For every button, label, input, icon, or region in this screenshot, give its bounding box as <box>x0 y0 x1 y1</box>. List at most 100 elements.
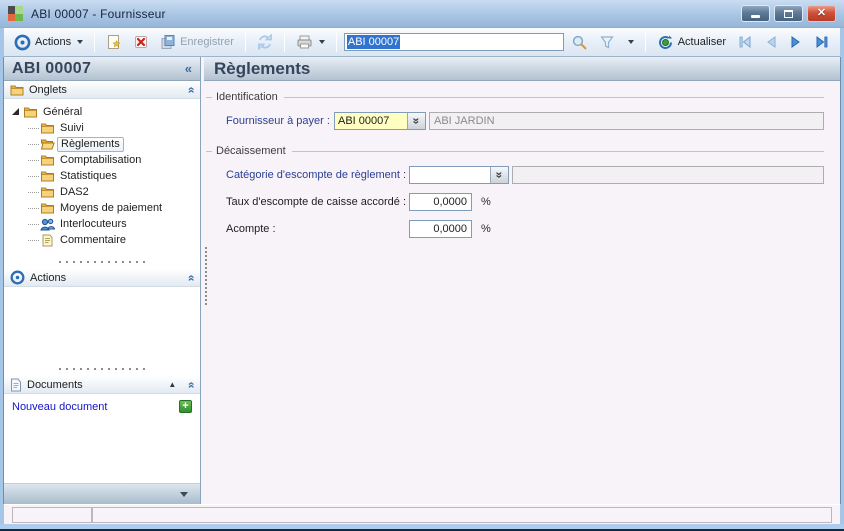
collapse-panel-icon[interactable]: » <box>184 86 198 93</box>
filter-caret-icon <box>627 40 634 44</box>
add-document-button[interactable]: + <box>179 400 192 413</box>
group-identification: Identification <box>206 91 824 103</box>
status-cell-left <box>12 506 92 523</box>
tree-item-moyens-de-paiement[interactable]: Moyens de paiement <box>10 200 198 216</box>
folder-icon <box>41 155 54 166</box>
acompte-row: Acompte : % <box>226 220 824 238</box>
actions-menu-button[interactable]: Actions <box>10 32 87 53</box>
nav-previous-icon <box>767 36 776 48</box>
tree-item-interlocuteurs[interactable]: Interlocuteurs <box>10 216 198 232</box>
tree-item-label: Commentaire <box>60 234 127 246</box>
target-icon <box>10 270 25 285</box>
categorie-combobox[interactable]: » <box>409 166 509 184</box>
more-panels-icon[interactable] <box>180 491 188 497</box>
minimize-button[interactable] <box>741 5 770 22</box>
search-input[interactable]: ABI 00007 <box>343 33 564 51</box>
tree-item-commentaire[interactable]: Commentaire <box>10 232 198 248</box>
search-input-value: ABI 00007 <box>346 35 401 49</box>
delete-record-button[interactable] <box>129 32 153 52</box>
maximize-icon <box>784 9 793 18</box>
new-document-row: Nouveau document + <box>4 394 200 413</box>
actions-menu-label: Actions <box>35 36 72 48</box>
new-record-icon <box>108 35 121 49</box>
categorie-expand-button[interactable]: » <box>490 167 508 183</box>
actions-panel-body <box>4 287 200 359</box>
fournisseur-combobox[interactable]: ABI 00007 » <box>334 112 426 130</box>
tree-item-statistiques[interactable]: Statistiques <box>10 168 198 184</box>
nav-first-button[interactable] <box>733 33 757 51</box>
panel-onglets-header[interactable]: Onglets » <box>4 81 200 99</box>
acompte-input[interactable] <box>409 220 472 238</box>
group-decaissement-title: Décaissement <box>216 145 286 157</box>
filter-button[interactable] <box>595 32 619 52</box>
collapse-panel-icon[interactable]: » <box>184 274 198 281</box>
status-cell-right <box>92 506 832 523</box>
panel-onglets-title: Onglets <box>29 83 67 96</box>
refresh-button[interactable] <box>253 32 277 52</box>
fournisseur-label: Fournisseur à payer : <box>226 115 330 127</box>
folder-open-icon <box>40 139 55 150</box>
tree-item-label: Règlements <box>57 136 124 152</box>
folder-icon <box>41 187 54 198</box>
toolbar-separator <box>94 32 96 52</box>
new-record-button[interactable] <box>102 32 126 52</box>
panel-splitter[interactable] <box>59 367 145 370</box>
categorie-value <box>410 167 490 183</box>
close-button[interactable]: ✕ <box>807 5 836 22</box>
actions-caret-icon <box>77 40 84 44</box>
nav-first-icon <box>739 35 751 49</box>
toolbar-separator <box>283 32 285 52</box>
refresh-data-label: Actualiser <box>677 36 726 48</box>
categorie-row: Catégorie d'escompte de règlement : » <box>226 166 824 184</box>
tree-connector <box>28 175 39 177</box>
panel-splitter[interactable] <box>59 260 145 263</box>
print-button[interactable] <box>292 32 329 52</box>
record-header: ABI 00007 « <box>4 57 200 81</box>
new-document-link[interactable]: Nouveau document <box>12 401 107 413</box>
tree-item-label: Statistiques <box>60 170 117 182</box>
panel-documents-header[interactable]: Documents ▲ » <box>4 376 200 394</box>
save-button[interactable]: Enregistrer <box>156 32 238 52</box>
printer-icon <box>297 35 312 49</box>
expander-icon[interactable] <box>12 107 19 115</box>
splitter-grip[interactable] <box>205 247 207 305</box>
titlebar: ABI 00007 - Fournisseur ✕ <box>0 0 844 28</box>
tree-item-label: Interlocuteurs <box>60 218 127 230</box>
nav-previous-button[interactable] <box>760 33 782 51</box>
page-header: Règlements <box>204 57 840 81</box>
nav-next-icon <box>791 36 800 48</box>
tree-item-suivi[interactable]: Suivi <box>10 120 198 136</box>
maximize-button[interactable] <box>774 5 803 22</box>
filter-icon <box>600 36 614 49</box>
folder-icon <box>41 203 54 214</box>
sidebar: ABI 00007 « Onglets » Général Suivi Règl… <box>4 57 201 504</box>
acompte-label: Acompte : <box>226 223 276 235</box>
panel-actions-header[interactable]: Actions » <box>4 269 200 287</box>
tree-item-general[interactable]: Général <box>10 104 198 120</box>
tree-item-reglements[interactable]: Règlements <box>10 136 198 152</box>
print-caret-icon <box>318 40 325 44</box>
search-button[interactable] <box>567 32 592 53</box>
collapse-sidebar-icon[interactable]: « <box>185 61 192 76</box>
folder-icon <box>41 171 54 182</box>
filter-options-button[interactable] <box>622 38 638 46</box>
collapse-panel-icon[interactable]: » <box>184 381 198 388</box>
fournisseur-expand-button[interactable]: » <box>407 113 425 129</box>
actualiser-icon <box>658 35 672 49</box>
tree-item-das2[interactable]: DAS2 <box>10 184 198 200</box>
target-icon <box>14 34 31 50</box>
nav-next-button[interactable] <box>785 33 807 51</box>
tree-item-label: Suivi <box>60 122 84 134</box>
tree-item-comptabilisation[interactable]: Comptabilisation <box>10 152 198 168</box>
collapse-single-icon[interactable]: ▲ <box>168 380 176 389</box>
taux-input[interactable] <box>409 193 472 211</box>
nav-last-button[interactable] <box>810 33 834 51</box>
chevron-double-down-icon: » <box>409 117 424 125</box>
delete-record-icon <box>135 36 148 48</box>
panel-actions-title: Actions <box>30 271 67 284</box>
refresh-data-button[interactable]: Actualiser <box>653 32 730 53</box>
note-icon <box>42 234 53 246</box>
tree-item-label: Comptabilisation <box>60 154 142 166</box>
main-content: Règlements Identification Fournisseur à … <box>201 57 840 504</box>
nav-last-icon <box>816 35 828 49</box>
